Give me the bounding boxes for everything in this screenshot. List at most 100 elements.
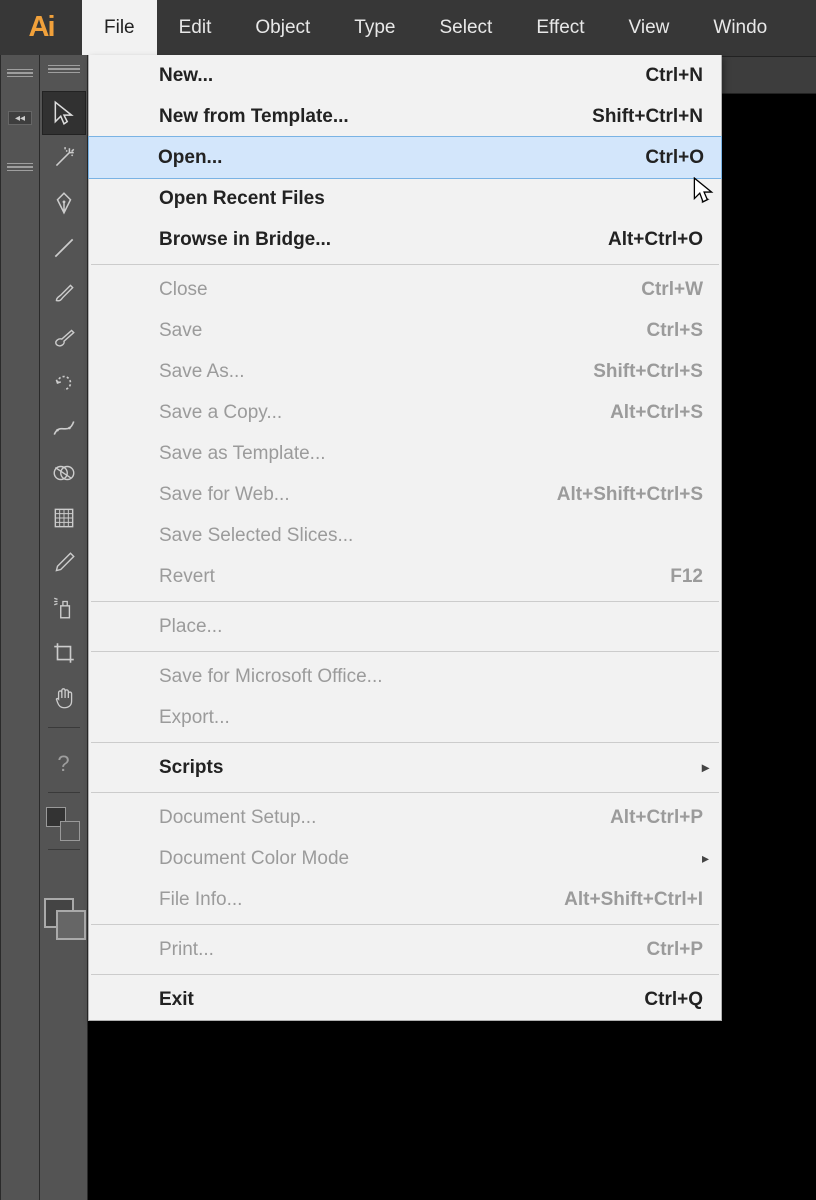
fill-stroke-mini-swap[interactable] — [42, 803, 86, 843]
menu-label: Windo — [713, 17, 767, 39]
rotate-arrow-icon — [51, 370, 77, 396]
menu-item-label: Save for Web... — [159, 484, 290, 506]
menu-separator — [91, 924, 719, 925]
menu-item-shortcut: Ctrl+S — [647, 320, 704, 342]
menu-item-shortcut: Alt+Shift+Ctrl+I — [564, 889, 703, 911]
menu-separator — [91, 742, 719, 743]
paintbrush-tool[interactable] — [42, 271, 86, 315]
menu-item-label: Exit — [159, 989, 194, 1011]
symbol-sprayer-tool[interactable] — [42, 586, 86, 630]
artboard-tool[interactable] — [42, 631, 86, 675]
menu-item-place: Place... — [89, 606, 721, 647]
menu-item-shortcut: Ctrl+Q — [644, 989, 703, 1011]
menu-item-save-as-template: Save as Template... — [89, 433, 721, 474]
menu-label: Object — [255, 17, 310, 39]
menu-item-shortcut: Ctrl+N — [645, 65, 703, 87]
cursor-arrow-icon — [51, 100, 77, 126]
menubar: File Edit Object Type Select Effect View… — [82, 0, 816, 55]
width-tool[interactable] — [42, 406, 86, 450]
blob-brush-tool[interactable] — [42, 316, 86, 360]
artboard-crop-icon — [51, 640, 77, 666]
menu-item-label: Scripts — [159, 757, 223, 779]
menu-item-label: Save As... — [159, 361, 245, 383]
panel-collapse-toggle[interactable]: ◂◂ — [8, 111, 32, 125]
rotate-tool[interactable] — [42, 361, 86, 405]
menu-object[interactable]: Object — [233, 0, 332, 55]
menu-label: Effect — [536, 17, 584, 39]
menu-separator — [91, 792, 719, 793]
pen-tool[interactable] — [42, 181, 86, 225]
tools-divider — [48, 849, 80, 850]
eyedropper-icon — [51, 550, 77, 576]
stroke-color-icon — [56, 910, 86, 940]
menu-item-file-info: File Info... Alt+Shift+Ctrl+I — [89, 879, 721, 920]
menu-label: Edit — [179, 17, 212, 39]
menu-item-label: Save Selected Slices... — [159, 525, 353, 547]
menu-item-label: File Info... — [159, 889, 242, 911]
magic-wand-icon — [51, 145, 77, 171]
menu-item-label: Save as Template... — [159, 443, 326, 465]
menu-item-document-setup: Document Setup...Alt+Ctrl+P — [89, 797, 721, 838]
tools-divider — [48, 727, 80, 728]
menu-item-label: Place... — [159, 616, 222, 638]
menu-label: Type — [354, 17, 395, 39]
menu-item-exit[interactable]: Exit Ctrl+Q — [89, 979, 721, 1020]
menu-separator — [91, 264, 719, 265]
menu-item-label: Revert — [159, 566, 215, 588]
menu-item-shortcut: Shift+Ctrl+S — [593, 361, 703, 383]
paintbrush-icon — [51, 280, 77, 306]
tools-divider — [48, 792, 80, 793]
menu-item-label: Save a Copy... — [159, 402, 282, 424]
menu-select[interactable]: Select — [418, 0, 515, 55]
menu-item-shortcut: Ctrl+O — [645, 147, 704, 169]
menu-item-new[interactable]: New... Ctrl+N — [89, 55, 721, 96]
menu-view[interactable]: View — [607, 0, 692, 55]
menu-item-shortcut: Alt+Ctrl+S — [610, 402, 703, 424]
tools-drag-handle-icon[interactable] — [48, 65, 80, 73]
line-segment-icon — [51, 235, 77, 261]
menu-label: File — [104, 17, 135, 39]
mesh-grid-icon — [51, 505, 77, 531]
hand-tool[interactable] — [42, 676, 86, 720]
menu-item-close: CloseCtrl+W — [89, 269, 721, 310]
menu-item-shortcut: F12 — [670, 566, 703, 588]
menu-item-print: Print...Ctrl+P — [89, 929, 721, 970]
menu-item-open-recent-files[interactable]: Open Recent Files — [89, 178, 721, 219]
menu-item-shortcut: Ctrl+P — [647, 939, 704, 961]
menu-item-document-color-mode: Document Color Mode — [89, 838, 721, 879]
menu-item-label: Document Color Mode — [159, 848, 349, 870]
width-curve-icon — [51, 415, 77, 441]
fill-stroke-selector[interactable] — [42, 896, 86, 948]
line-tool[interactable] — [42, 226, 86, 270]
menu-effect[interactable]: Effect — [514, 0, 606, 55]
menu-type[interactable]: Type — [332, 0, 417, 55]
menu-item-shortcut: Alt+Ctrl+O — [608, 229, 703, 251]
help-label: ? — [57, 751, 69, 777]
menu-item-label: New... — [159, 65, 213, 87]
menu-item-export: Export... — [89, 697, 721, 738]
menu-item-shortcut: Alt+Ctrl+P — [610, 807, 703, 829]
menu-item-scripts[interactable]: Scripts — [89, 747, 721, 788]
menu-edit[interactable]: Edit — [157, 0, 234, 55]
menu-item-browse-in-bridge[interactable]: Browse in Bridge...Alt+Ctrl+O — [89, 219, 721, 260]
menu-window[interactable]: Windo — [691, 0, 789, 55]
menu-item-shortcut: Ctrl+W — [641, 279, 703, 301]
menu-item-label: Save — [159, 320, 202, 342]
mesh-tool[interactable] — [42, 496, 86, 540]
panel-drag-handle-icon[interactable] — [7, 69, 33, 77]
panel-dock-strip: ◂◂ — [0, 55, 40, 1200]
shape-builder-tool[interactable] — [42, 451, 86, 495]
menu-separator — [91, 651, 719, 652]
selection-tool[interactable] — [42, 91, 86, 135]
menu-item-new-from-template[interactable]: New from Template...Shift+Ctrl+N — [89, 96, 721, 137]
magic-wand-tool[interactable] — [42, 136, 86, 180]
menu-item-save-as: Save As... Shift+Ctrl+S — [89, 351, 721, 392]
menu-item-open[interactable]: Open... Ctrl+O — [88, 136, 722, 179]
menu-item-label: Save for Microsoft Office... — [159, 666, 383, 688]
help-button[interactable]: ? — [42, 742, 86, 786]
shape-builder-icon — [51, 460, 77, 486]
menu-item-label: Open... — [158, 147, 222, 169]
eyedropper-tool[interactable] — [42, 541, 86, 585]
panel-drag-handle-icon[interactable] — [7, 163, 33, 171]
menu-file[interactable]: File — [82, 0, 157, 55]
